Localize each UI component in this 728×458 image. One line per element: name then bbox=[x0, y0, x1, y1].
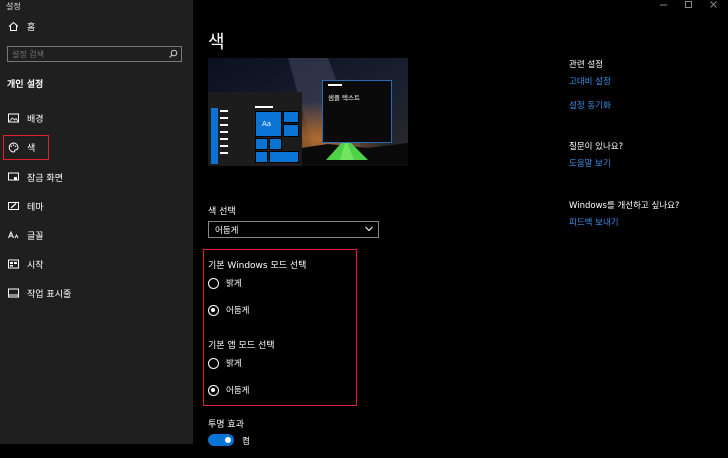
title-bar bbox=[0, 0, 728, 14]
close-icon bbox=[709, 1, 717, 8]
sync-settings-link[interactable]: 설정 동기화 bbox=[569, 99, 611, 111]
preview-tile-large: Aa bbox=[255, 111, 282, 137]
toggle-knob bbox=[225, 437, 231, 443]
windows-mode-label: 기본 Windows 모드 선택 bbox=[208, 261, 307, 271]
home-icon bbox=[7, 20, 19, 32]
section-header: 개인 설정 bbox=[7, 80, 44, 90]
lock-screen-icon bbox=[7, 171, 19, 183]
sidebar-item-start[interactable]: 시작 bbox=[7, 253, 44, 275]
preview-tile-text: Aa bbox=[262, 120, 272, 128]
sidebar-item-label: 글꼴 bbox=[27, 231, 44, 242]
radio-button[interactable] bbox=[208, 277, 219, 289]
sidebar-item-background[interactable]: 배경 bbox=[7, 107, 44, 129]
image-icon bbox=[7, 112, 19, 124]
radio-label: 밝게 bbox=[226, 359, 242, 369]
related-settings-heading: 관련 설정 bbox=[569, 60, 603, 70]
font-icon bbox=[7, 229, 19, 241]
minimize-icon bbox=[659, 4, 667, 6]
page-title: 색 bbox=[208, 32, 225, 53]
question-heading: 질문이 있나요? bbox=[569, 142, 624, 152]
window-title: 설정 bbox=[6, 2, 21, 11]
sidebar-item-label: 배경 bbox=[27, 114, 44, 125]
color-select-label: 색 선택 bbox=[208, 207, 236, 217]
sidebar-item-fonts[interactable]: 글꼴 bbox=[7, 224, 44, 246]
radio-button-selected[interactable] bbox=[208, 384, 219, 396]
sidebar-item-home[interactable]: 홈 bbox=[7, 15, 35, 37]
help-link[interactable]: 도움말 보기 bbox=[569, 157, 611, 169]
close-button[interactable] bbox=[703, 0, 723, 12]
app-mode-label: 기본 앱 모드 선택 bbox=[208, 341, 275, 351]
improve-heading: Windows를 개선하고 싶나요? bbox=[569, 201, 680, 211]
chevron-down-icon bbox=[365, 226, 373, 232]
start-icon bbox=[7, 258, 19, 270]
maximize-icon bbox=[684, 1, 692, 8]
preview-app-list bbox=[211, 108, 218, 164]
radio-label: 밝게 bbox=[226, 279, 242, 289]
theme-icon bbox=[7, 200, 19, 212]
theme-preview: Aa 샘플 텍스트 bbox=[208, 58, 408, 166]
transparency-label: 투명 효과 bbox=[208, 420, 244, 430]
sidebar-item-theme[interactable]: 테마 bbox=[7, 195, 44, 217]
search-icon bbox=[169, 49, 178, 58]
search-input[interactable] bbox=[12, 48, 162, 60]
preview-start-menu: Aa bbox=[208, 92, 302, 166]
windows-mode-dark-option[interactable]: 어둡게 bbox=[208, 304, 249, 316]
sidebar-item-lock-screen[interactable]: 잠금 화면 bbox=[7, 166, 63, 188]
windows-mode-light-option[interactable]: 밝게 bbox=[208, 277, 242, 289]
color-select-value: 어둡게 bbox=[215, 226, 239, 236]
feedback-link[interactable]: 피드백 보내기 bbox=[569, 216, 619, 228]
sidebar-item-label: 테마 bbox=[27, 202, 44, 213]
maximize-button[interactable] bbox=[678, 0, 698, 12]
preview-sample-window: 샘플 텍스트 bbox=[322, 80, 392, 143]
high-contrast-link[interactable]: 고대비 설정 bbox=[569, 75, 611, 87]
sidebar-item-label: 잠금 화면 bbox=[27, 173, 63, 184]
radio-button-selected[interactable] bbox=[208, 304, 219, 316]
sidebar-item-taskbar[interactable]: 작업 표시줄 bbox=[7, 282, 71, 304]
sidebar-item-label: 작업 표시줄 bbox=[27, 289, 72, 300]
taskbar-icon bbox=[7, 287, 19, 299]
radio-label: 어둡게 bbox=[226, 306, 250, 316]
radio-button[interactable] bbox=[208, 357, 219, 369]
highlight-box-modes bbox=[203, 249, 357, 406]
sidebar-home-label: 홈 bbox=[27, 22, 36, 33]
color-select-dropdown[interactable]: 어둡게 bbox=[208, 221, 379, 238]
search-box[interactable] bbox=[7, 46, 182, 62]
preview-sample-text: 샘플 텍스트 bbox=[328, 94, 360, 102]
radio-label: 어둡게 bbox=[226, 386, 250, 396]
sidebar: 홈 개인 설정 배경 색 잠금 화면 테마 글꼴 bbox=[0, 0, 193, 444]
sidebar-item-label: 시작 bbox=[27, 260, 44, 271]
highlight-box-color bbox=[3, 135, 49, 160]
app-mode-light-option[interactable]: 밝게 bbox=[208, 357, 242, 369]
transparency-state: 켬 bbox=[242, 437, 250, 447]
transparency-toggle[interactable] bbox=[208, 434, 234, 446]
app-mode-dark-option[interactable]: 어둡게 bbox=[208, 384, 249, 396]
minimize-button[interactable] bbox=[653, 0, 673, 12]
